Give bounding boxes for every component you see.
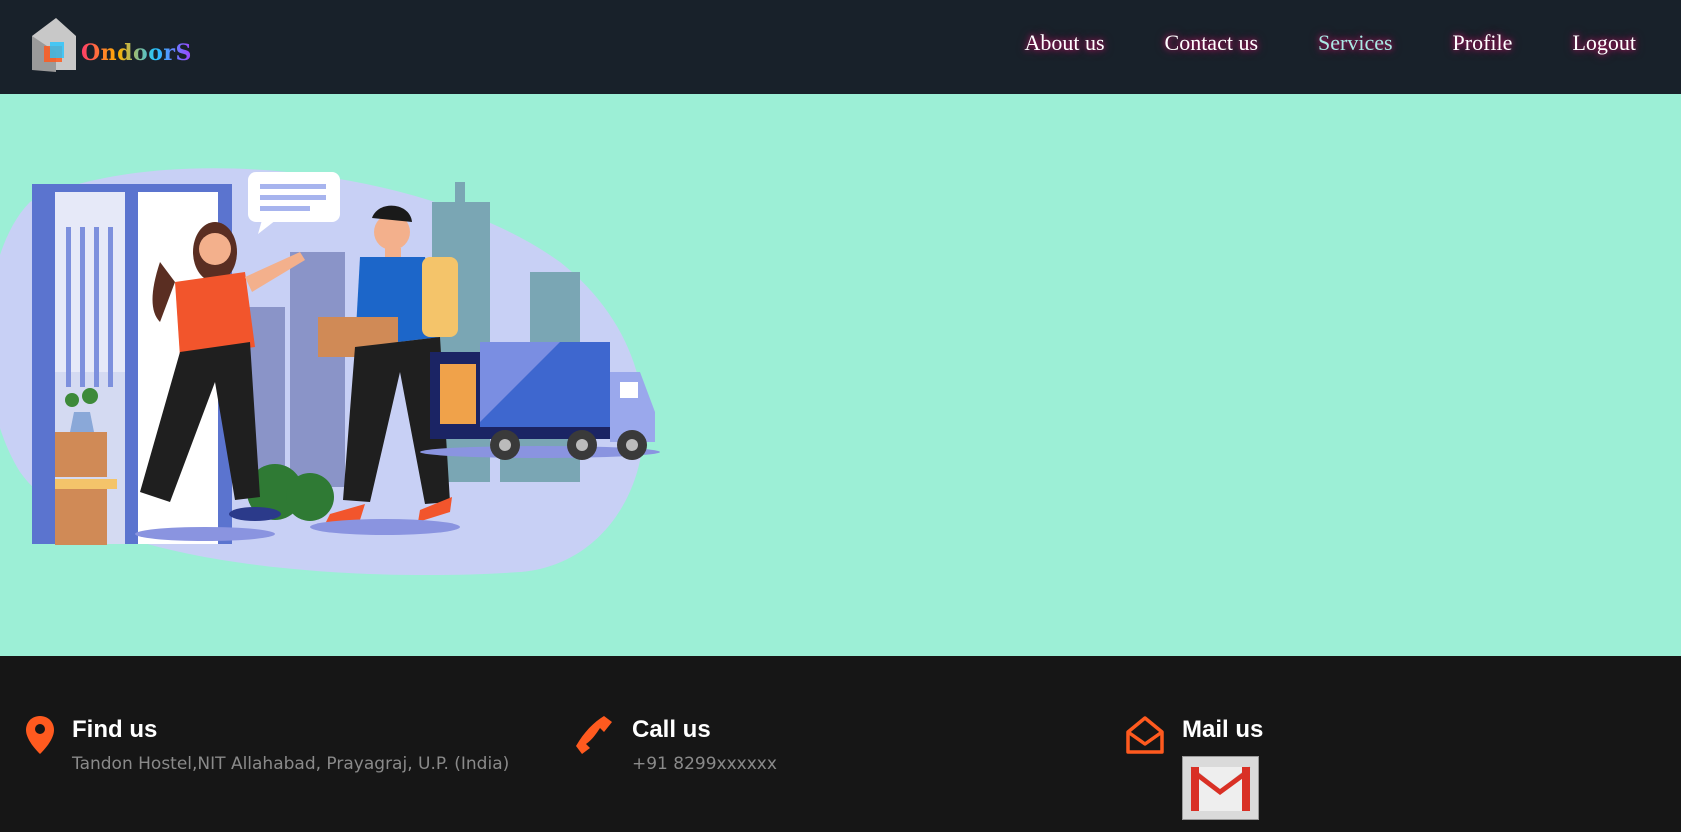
logo-house-icon <box>32 18 76 72</box>
brand-logo[interactable]: OndoorS <box>28 16 191 76</box>
find-us-address: Tandon Hostel,NIT Allahabad, Prayagraj, … <box>72 754 510 774</box>
envelope-open-icon <box>1126 716 1164 754</box>
nav-profile[interactable]: Profile <box>1453 30 1513 56</box>
top-navbar: OndoorS About us Contact us Services Pro… <box>0 0 1681 94</box>
location-pin-icon <box>26 716 54 754</box>
nav-links: About us Contact us Services Profile Log… <box>964 30 1636 56</box>
nav-about-us[interactable]: About us <box>1024 30 1104 56</box>
find-us-title: Find us <box>72 716 158 743</box>
phone-icon <box>576 716 612 754</box>
gmail-icon[interactable] <box>1182 756 1259 820</box>
nav-logout[interactable]: Logout <box>1572 30 1636 56</box>
call-us-number: +91 8299xxxxxx <box>632 754 777 774</box>
call-us-title: Call us <box>632 716 711 743</box>
hero-section <box>0 94 1681 656</box>
footer: Find us Tandon Hostel,NIT Allahabad, Pra… <box>0 656 1681 832</box>
delivery-illustration <box>0 168 660 576</box>
brand-name: OndoorS <box>81 40 192 66</box>
nav-services[interactable]: Services <box>1318 30 1393 56</box>
mail-us-title: Mail us <box>1182 716 1264 743</box>
nav-contact-us[interactable]: Contact us <box>1165 30 1259 56</box>
